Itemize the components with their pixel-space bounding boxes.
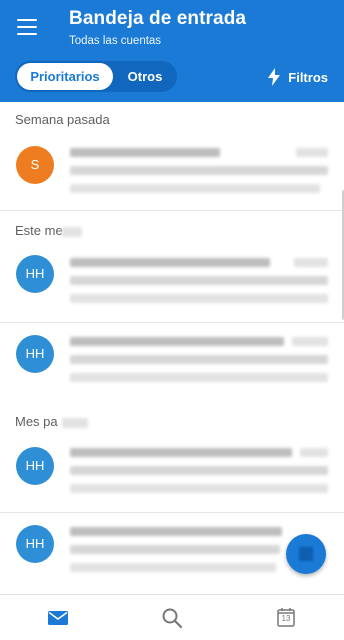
bottom-navigation: 13 [0, 594, 344, 640]
message-row[interactable]: HH [0, 434, 344, 512]
preview-redacted [70, 373, 328, 382]
date-redacted [292, 337, 328, 346]
subject-redacted [70, 466, 328, 475]
tab-prioritarios[interactable]: Prioritarios [17, 63, 113, 90]
section-header: Mes pa [15, 414, 58, 429]
inbox-segmented-control: Prioritarios Otros [15, 61, 177, 92]
avatar: S [16, 146, 54, 184]
calendar-icon[interactable]: 13 [277, 607, 299, 629]
tab-otros[interactable]: Otros [115, 63, 175, 90]
sender-redacted [70, 148, 220, 157]
message-row[interactable]: HH [0, 244, 344, 322]
message-row[interactable]: HH [0, 323, 344, 401]
sender-redacted [70, 258, 270, 267]
message-row[interactable]: S [0, 134, 344, 210]
subject-redacted [70, 355, 328, 364]
scroll-edge-indicator [340, 190, 344, 320]
avatar: HH [16, 525, 54, 563]
sender-redacted [70, 337, 284, 346]
preview-redacted [70, 484, 328, 493]
search-icon[interactable] [161, 607, 183, 629]
preview-redacted [70, 294, 328, 303]
avatar: HH [16, 335, 54, 373]
date-redacted [300, 448, 328, 457]
page-title: Bandeja de entrada [69, 8, 247, 29]
divider [0, 210, 344, 211]
subject-redacted [70, 545, 280, 554]
section-header: Este me [15, 223, 63, 238]
app-header: Bandeja de entrada Todas las cuentas Pri… [0, 0, 344, 102]
subject-redacted [70, 276, 328, 285]
subject-redacted [70, 166, 328, 175]
compose-button[interactable] [286, 534, 326, 574]
calendar-date-label: 13 [281, 614, 291, 623]
mail-icon[interactable] [47, 607, 69, 629]
filters-label: Filtros [288, 69, 328, 85]
avatar: HH [16, 447, 54, 485]
date-redacted [294, 258, 328, 267]
filters-button[interactable]: Filtros [268, 67, 328, 87]
preview-redacted [70, 563, 276, 572]
sender-redacted [70, 527, 282, 536]
preview-redacted [70, 184, 320, 193]
date-redacted [296, 148, 328, 157]
hamburger-menu-icon[interactable] [17, 19, 37, 35]
section-redacted [62, 418, 88, 428]
sender-redacted [70, 448, 292, 457]
lightning-icon [268, 68, 281, 86]
section-redacted [62, 227, 82, 237]
account-subtitle[interactable]: Todas las cuentas [69, 35, 161, 47]
avatar: HH [16, 255, 54, 293]
section-header: Semana pasada [15, 112, 110, 127]
